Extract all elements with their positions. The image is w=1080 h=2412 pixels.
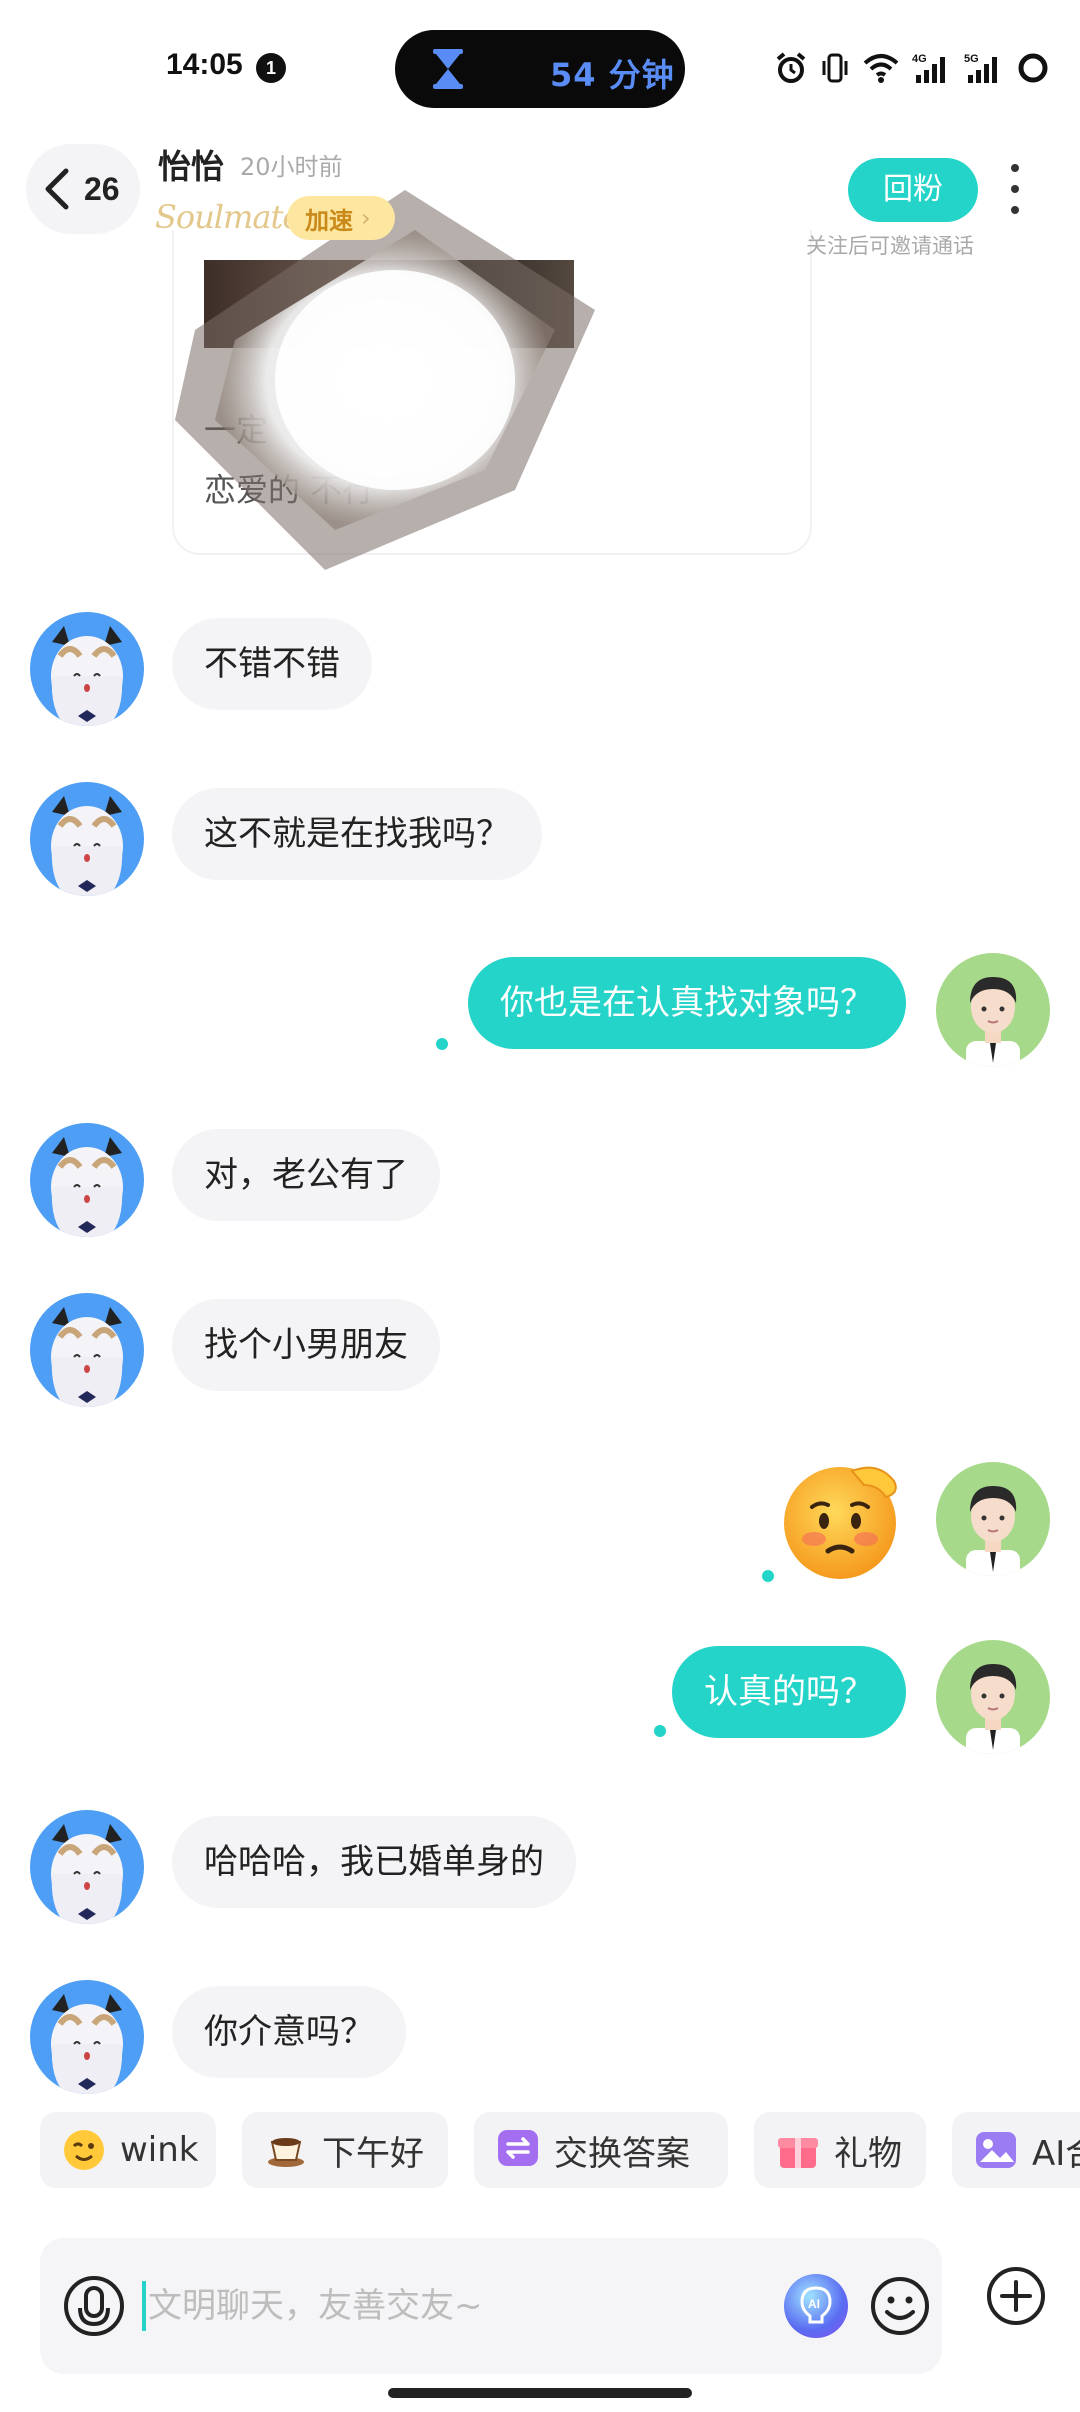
my-avatar[interactable]	[936, 1462, 1050, 1576]
battery-icon	[1018, 53, 1048, 83]
home-indicator[interactable]	[388, 2388, 692, 2398]
chip-gift[interactable]: 礼物	[754, 2112, 926, 2188]
text-caret	[142, 2281, 146, 2331]
5g-signal-icon: 5G	[964, 53, 997, 83]
read-indicator-dot	[436, 1038, 448, 1050]
vibrate-icon	[822, 53, 848, 83]
outgoing-message-bubble[interactable]: 你也是在认真找对象吗？	[468, 957, 906, 1049]
incoming-message-bubble[interactable]: 这不就是在找我吗？	[172, 788, 542, 880]
contact-avatar[interactable]	[30, 612, 144, 726]
anime-girl-avatar-icon	[51, 626, 123, 726]
chevron-left-icon	[45, 168, 69, 210]
back-button[interactable]: 26	[26, 144, 140, 234]
ai-bulb-icon: AI	[800, 2286, 832, 2324]
outgoing-message-bubble[interactable]: 认真的吗？	[672, 1646, 906, 1738]
emoji-icon[interactable]	[862, 2268, 938, 2344]
chat-header: 26 怡怡 20小时前 Soulmate 加速 › 回粉 关注后可邀请通话	[0, 130, 1080, 260]
my-avatar[interactable]	[936, 953, 1050, 1067]
man-avatar-icon	[966, 1486, 1020, 1576]
chip-wink[interactable]: wink	[40, 2112, 216, 2188]
plus-icon[interactable]	[976, 2256, 1056, 2336]
incoming-message-bubble[interactable]: 对，老公有了	[172, 1129, 440, 1221]
chip-label: AI合	[1032, 2133, 1080, 2174]
contact-avatar[interactable]	[30, 1123, 144, 1237]
ai-photo-icon	[976, 2132, 1016, 2168]
man-avatar-icon	[966, 977, 1020, 1067]
contact-avatar[interactable]	[30, 1293, 144, 1407]
last-seen-time: 20小时前	[240, 153, 343, 181]
focus-timer-text: 54 分钟	[550, 56, 675, 94]
man-avatar-icon	[966, 1664, 1020, 1754]
incoming-message-bubble[interactable]: 找个小男朋友	[172, 1299, 440, 1391]
svg-text:5G: 5G	[964, 53, 979, 65]
unread-count: 26	[84, 170, 120, 207]
more-options-icon[interactable]	[1000, 164, 1030, 214]
follow-back-button[interactable]: 回粉	[848, 158, 978, 222]
status-time: 14:05	[166, 48, 243, 81]
status-bar: 14:05 1 54 分钟 4G 5G	[0, 0, 1080, 130]
focus-timer-pill[interactable]: 54 分钟	[395, 30, 685, 108]
chip-label: 交换答案	[554, 2133, 690, 2174]
read-indicator-dot	[654, 1725, 666, 1737]
status-icons: 4G 5G	[774, 48, 1050, 88]
incoming-message-bubble[interactable]: 不错不错	[172, 618, 372, 710]
chevron-right-icon: ›	[361, 204, 371, 232]
ai-assistant-button[interactable]: AI	[784, 2274, 848, 2338]
notification-count-badge: 1	[256, 53, 286, 83]
chip-ai-photo[interactable]: AI合	[952, 2112, 1080, 2188]
anime-girl-avatar-icon	[51, 1137, 123, 1237]
chip-label: 下午好	[322, 2133, 424, 2174]
chip-label: wink	[120, 2130, 199, 2170]
quick-reply-chips: wink 下午好 交换答案 礼物 AI合	[40, 2112, 1080, 2188]
read-indicator-dot	[762, 1570, 774, 1582]
chip-good-afternoon[interactable]: 下午好	[242, 2112, 448, 2188]
coffee-cup-icon	[268, 2138, 304, 2167]
incoming-message-bubble[interactable]: 你介意吗？	[172, 1986, 406, 2078]
chip-exchange-answers[interactable]: 交换答案	[474, 2112, 728, 2188]
alarm-icon	[776, 52, 806, 83]
anime-girl-avatar-icon	[51, 796, 123, 896]
4g-signal-icon: 4G	[912, 53, 945, 83]
chip-label: 礼物	[834, 2133, 902, 2174]
wifi-icon	[863, 54, 899, 83]
anime-girl-avatar-icon	[51, 1307, 123, 1407]
message-input[interactable]	[148, 2273, 788, 2339]
hourglass-icon	[433, 49, 463, 89]
worried-face-emoji[interactable]	[778, 1455, 906, 1583]
contact-name[interactable]: 怡怡	[158, 140, 224, 188]
boost-badge[interactable]: 加速 ›	[287, 196, 395, 240]
incoming-message-bubble[interactable]: 哈哈哈，我已婚单身的	[172, 1816, 576, 1908]
voice-input-icon[interactable]	[54, 2266, 134, 2346]
anime-girl-avatar-icon	[51, 1824, 123, 1924]
soulmate-logo[interactable]: Soulmate	[155, 198, 301, 236]
message-input-bar: AI	[40, 2238, 942, 2374]
exchange-icon	[498, 2130, 538, 2166]
boost-label: 加速	[305, 206, 353, 235]
contact-avatar[interactable]	[30, 1810, 144, 1924]
gift-icon	[778, 2138, 818, 2168]
contact-avatar[interactable]	[30, 782, 144, 896]
follow-hint-text: 关注后可邀请通话	[806, 234, 974, 258]
svg-text:AI: AI	[808, 2297, 820, 2311]
contact-avatar[interactable]	[30, 1980, 144, 2094]
wink-emoji-icon	[64, 2130, 104, 2170]
anime-girl-avatar-icon	[51, 1994, 123, 2094]
svg-text:4G: 4G	[912, 53, 927, 65]
my-avatar[interactable]	[936, 1640, 1050, 1754]
